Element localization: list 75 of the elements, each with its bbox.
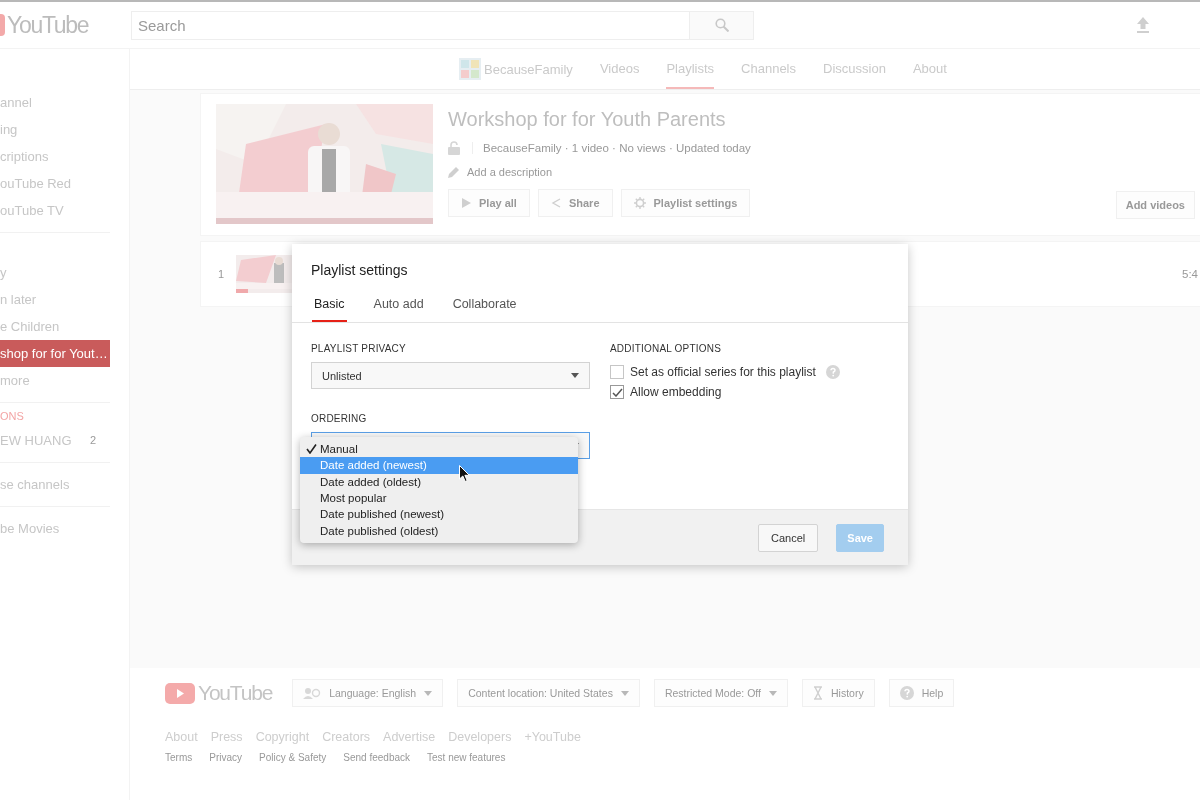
action-button[interactable]: Play all [448, 189, 530, 217]
dialog-tab[interactable]: Basic [312, 297, 347, 322]
search-button[interactable] [690, 10, 754, 40]
sidebar-item[interactable]: ouTube TV [0, 197, 110, 224]
item-label: EW HUANG [0, 432, 73, 450]
check-icon [306, 444, 317, 455]
footer-button[interactable]: Language: English [292, 679, 444, 707]
footer-link[interactable]: Test new features [427, 752, 506, 763]
footer-link[interactable]: Send feedback [343, 752, 410, 763]
gear-icon [633, 197, 646, 209]
dialog-tab[interactable]: Collaborate [450, 297, 519, 322]
add-description-link[interactable]: Add a description [467, 166, 552, 178]
youtube-logo[interactable]: YouTube [198, 681, 273, 705]
youtube-play-icon [165, 682, 195, 704]
playlist-title: Workshop for for Youth Parents [448, 108, 727, 131]
sidebar-item[interactable]: ouTube Red [0, 170, 110, 197]
checkbox-label: Allow embedding [630, 385, 722, 399]
footer-link[interactable]: Terms [165, 752, 193, 763]
playlist-meta: BecauseFamily · 1 video · No views · Updated today [472, 142, 751, 154]
sidebar-item[interactable]: EW HUANG 2 [0, 427, 110, 454]
people-icon [303, 687, 322, 699]
menu-item[interactable]: Date added (oldest) [300, 473, 578, 490]
caret-icon [571, 373, 579, 378]
pencil-icon [448, 166, 460, 178]
privacy-select[interactable]: Unlisted [311, 362, 590, 389]
help-icon [899, 686, 914, 700]
field-label: PLAYLIST PRIVACY [311, 343, 407, 354]
sidebar-item[interactable]: ing [0, 116, 110, 143]
field-label: ADDITIONAL OPTIONS [610, 343, 723, 354]
logo-icon [0, 14, 5, 36]
play-icon [461, 198, 471, 208]
sidebar-item[interactable]: be Movies [0, 515, 110, 542]
sidebar-item[interactable]: annel [0, 89, 110, 116]
check-icon [611, 387, 623, 397]
sidebar-item[interactable]: y [0, 259, 110, 286]
sidebar-item[interactable]: e Children [0, 313, 110, 340]
checkbox[interactable] [610, 365, 624, 379]
cancel-button[interactable]: Cancel [758, 523, 819, 552]
add-videos-button[interactable]: Add videos [1115, 191, 1195, 219]
item-count: 2 [89, 433, 97, 448]
youtube-logo[interactable]: YouTube [7, 11, 89, 39]
dialog-tab[interactable]: Auto add [371, 297, 426, 322]
video-index: 1 [218, 268, 225, 280]
menu-item[interactable]: Date published (newest) [300, 506, 578, 523]
footer-button[interactable]: Restricted Mode: Off [653, 679, 788, 707]
action-button[interactable]: Playlist settings [620, 189, 751, 217]
menu-item[interactable]: Most popular [300, 489, 578, 507]
footer-link[interactable]: Policy & Safety [259, 752, 327, 763]
action-button[interactable]: Share [537, 189, 613, 217]
field-label: ORDERING [311, 413, 368, 424]
share-icon [550, 198, 561, 208]
menu-item[interactable]: Date published (oldest) [300, 522, 578, 539]
footer-button[interactable]: Help [888, 679, 955, 707]
hourglass-icon [813, 686, 823, 700]
sidebar-item[interactable]: criptions [0, 143, 110, 170]
menu-item[interactable]: Manual [300, 441, 578, 458]
footer-link[interactable]: Privacy [209, 752, 243, 763]
dialog-title: Playlist settings [310, 261, 409, 278]
section-heading: ONS [0, 409, 25, 424]
channel-avatar-icon [459, 58, 481, 80]
footer-button[interactable]: History [802, 679, 875, 707]
video-duration: 5:4 [1182, 268, 1198, 280]
cursor-icon [459, 465, 470, 482]
sidebar-item[interactable]: shop for for Yout… [0, 340, 110, 367]
sidebar-item[interactable]: n later [0, 286, 110, 313]
upload-icon[interactable] [1136, 17, 1150, 33]
checkbox[interactable] [610, 385, 624, 399]
sidebar-item[interactable]: more [0, 367, 110, 394]
menu-item[interactable]: Date added (newest) [300, 457, 578, 474]
footer-button[interactable]: Content location: United States [457, 679, 640, 707]
search-icon [714, 18, 729, 32]
search-field[interactable]: Search [131, 10, 690, 40]
sidebar-item[interactable]: se channels [0, 471, 110, 498]
checkbox-label: Set as official series for this playlist [630, 365, 816, 379]
lock-icon [448, 141, 460, 155]
